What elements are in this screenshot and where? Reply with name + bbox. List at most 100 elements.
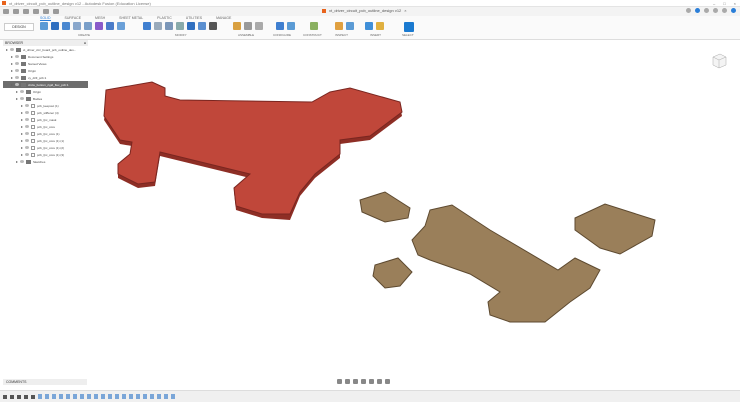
user-avatar-icon[interactable] [731,8,736,13]
browser-node[interactable]: pcb_fpc_core (1) (1) [3,137,88,144]
workspace-switcher[interactable]: DESIGN [4,23,34,31]
grid-menu-icon[interactable] [3,9,9,14]
as-built-joint-icon[interactable] [255,22,263,30]
timeline-feature[interactable] [94,394,98,399]
close-tab-icon[interactable]: × [404,8,406,13]
close-button[interactable]: × [734,1,736,6]
home-icon[interactable] [53,9,59,14]
comments-panel[interactable]: COMMENTS [3,379,87,385]
timeline-feature[interactable] [73,394,77,399]
browser-node[interactable]: Document Settings [3,53,88,60]
timeline-feature[interactable] [87,394,91,399]
orbit-icon[interactable] [337,379,342,384]
visibility-eye-icon[interactable] [25,146,29,149]
browser-node[interactable]: Sketches [3,158,88,165]
viewports-icon[interactable] [385,379,390,384]
minimize-button[interactable]: – [713,1,715,6]
browser-node[interactable]: Origin [3,67,88,74]
configure-icon[interactable] [287,22,295,30]
mirror-icon[interactable] [117,22,125,30]
tan-pcb-part[interactable] [359,191,656,323]
notifications-icon[interactable] [713,8,718,13]
job-status-icon[interactable] [704,8,709,13]
maximize-button[interactable]: □ [723,1,725,6]
group-modify[interactable]: MODIFY [175,33,187,37]
browser-pin-icon[interactable]: ● [84,41,86,45]
pan-icon[interactable] [345,379,350,384]
revolve-icon[interactable] [62,22,70,30]
step-back-icon[interactable] [10,394,14,399]
visibility-eye-icon[interactable] [25,111,29,114]
group-assemble[interactable]: ASSEMBLE [238,33,254,37]
visibility-eye-icon[interactable] [25,118,29,121]
box-icon[interactable] [106,22,114,30]
zoom-icon[interactable] [353,379,358,384]
browser-node[interactable]: circle_bottom_rigid_flex_pcb:1 [3,81,88,88]
visibility-eye-icon[interactable] [20,90,24,93]
visibility-eye-icon[interactable] [25,139,29,142]
view-cube[interactable] [710,52,728,70]
expand-arrow-icon[interactable] [11,76,13,79]
browser-node[interactable]: pcb_fpc_mask [3,116,88,123]
interference-icon[interactable] [346,22,354,30]
visibility-eye-icon[interactable] [25,104,29,107]
browser-node[interactable]: xy_drill_pcb:1 [3,74,88,81]
browser-node[interactable]: pcb_fpc_core (1) [3,130,88,137]
undo-icon[interactable] [33,9,39,14]
visibility-eye-icon[interactable] [25,153,29,156]
browser-node[interactable]: pcb_fpc_core [3,123,88,130]
visibility-eye-icon[interactable] [20,160,24,163]
file-menu-icon[interactable] [13,9,19,14]
expand-arrow-icon[interactable] [21,132,23,135]
timeline-feature[interactable] [45,394,49,399]
browser-node[interactable]: xt_driver_circ_board_pcb_outline_des... [3,46,88,53]
expand-arrow-icon[interactable] [11,62,13,65]
new-sketch-icon[interactable] [40,22,48,30]
expand-arrow-icon[interactable] [21,125,23,128]
red-pcb-part[interactable] [103,81,403,220]
group-construct[interactable]: CONSTRUCT [303,33,322,37]
timeline-feature[interactable] [115,394,119,399]
step-forward-icon[interactable] [24,394,28,399]
fillet-icon[interactable] [154,22,162,30]
expand-arrow-icon[interactable] [16,97,18,100]
expand-arrow-icon[interactable] [16,160,18,163]
extensions-icon[interactable] [695,8,700,13]
tab-plastic[interactable]: PLASTIC [157,16,172,21]
tab-mesh[interactable]: MESH [95,16,105,21]
timeline-feature[interactable] [52,394,56,399]
browser-node[interactable]: Named Views [3,60,88,67]
expand-arrow-icon[interactable] [21,118,23,121]
expand-arrow-icon[interactable] [21,139,23,142]
visibility-eye-icon[interactable] [25,125,29,128]
go-to-end-icon[interactable] [31,394,35,399]
play-icon[interactable] [17,394,21,399]
chamfer-icon[interactable] [165,22,173,30]
timeline-feature[interactable] [129,394,133,399]
tab-sheet-metal[interactable]: SHEET METAL [119,16,143,21]
browser-node[interactable]: Origin [3,88,88,95]
grid-settings-icon[interactable] [377,379,382,384]
save-icon[interactable] [23,9,29,14]
browser-node[interactable]: Bodies [3,95,88,102]
offset-plane-icon[interactable] [310,22,318,30]
timeline-feature[interactable] [164,394,168,399]
timeline-feature[interactable] [66,394,70,399]
pattern-icon[interactable] [84,22,92,30]
timeline-feature[interactable] [171,394,175,399]
timeline-feature[interactable] [80,394,84,399]
visibility-eye-icon[interactable] [15,69,19,72]
expand-arrow-icon[interactable] [21,104,23,107]
timeline-feature[interactable] [108,394,112,399]
browser-node[interactable]: pcb_keepout (1) [3,102,88,109]
measure-icon[interactable] [335,22,343,30]
shell-icon[interactable] [176,22,184,30]
visibility-eye-icon[interactable] [15,83,19,86]
combine-icon[interactable] [187,22,195,30]
expand-arrow-icon[interactable] [11,55,13,58]
redo-icon[interactable] [43,9,49,14]
insert-image-icon[interactable] [365,22,373,30]
timeline-feature[interactable] [59,394,63,399]
joint-icon[interactable] [244,22,252,30]
timeline-feature[interactable] [101,394,105,399]
